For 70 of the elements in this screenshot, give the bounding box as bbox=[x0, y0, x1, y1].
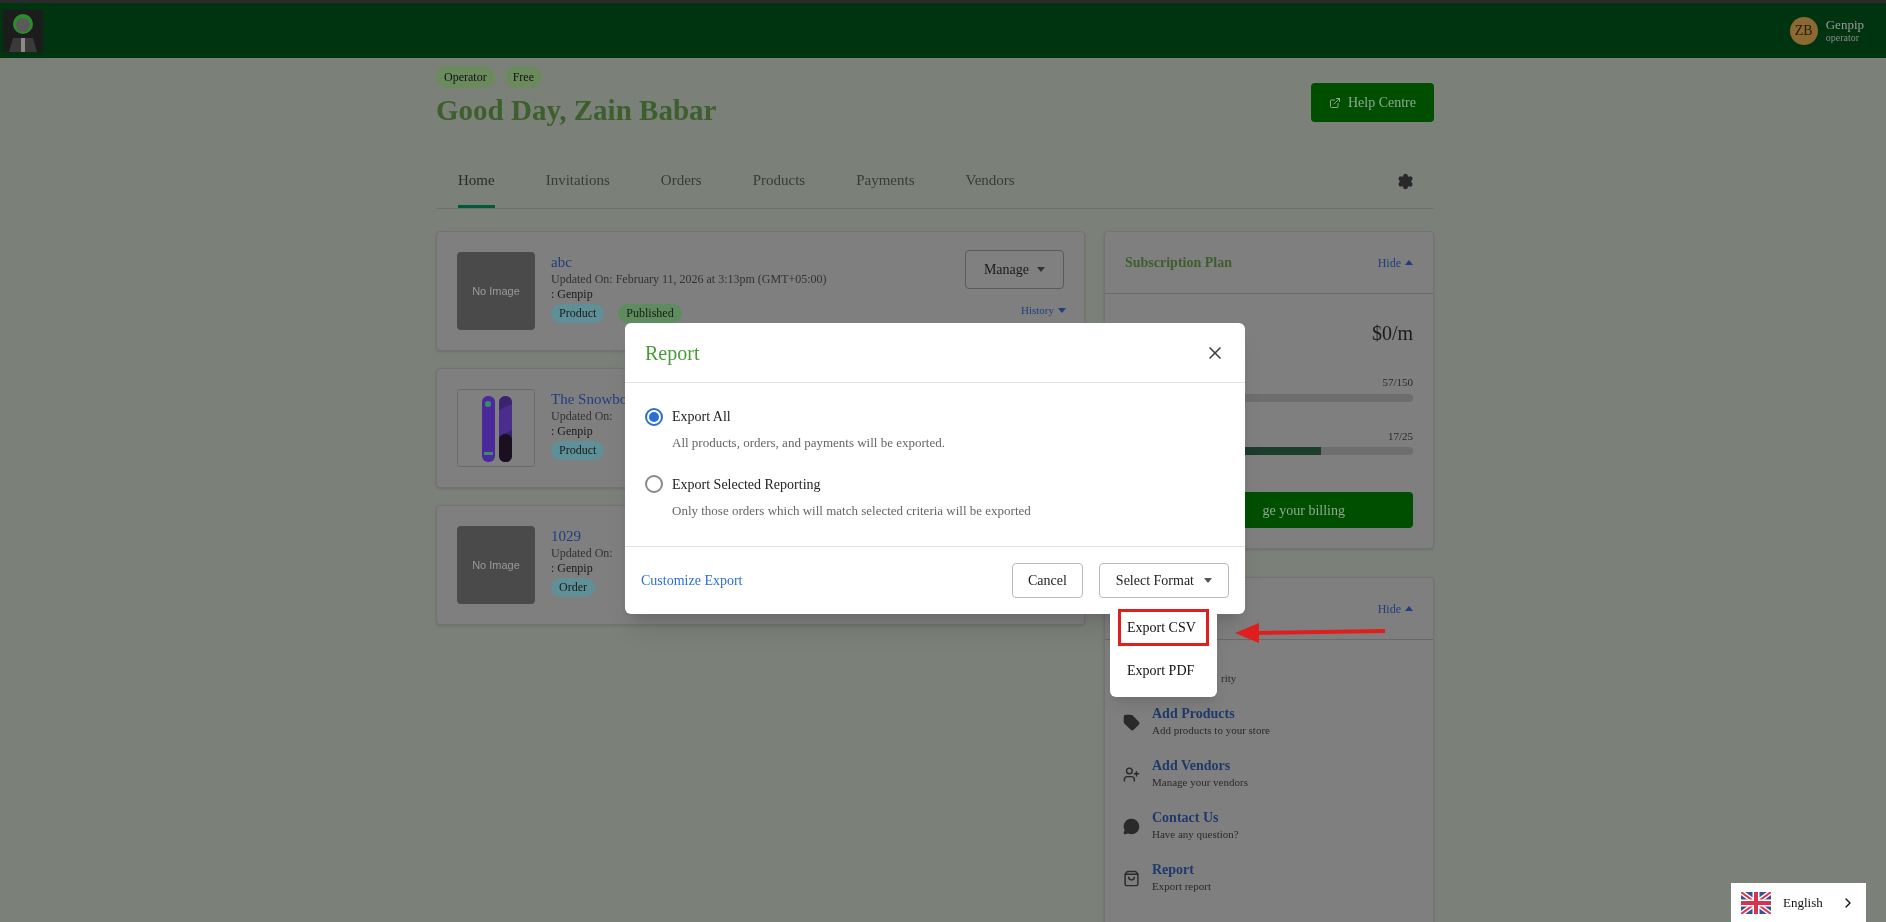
action-description: rity bbox=[1221, 671, 1237, 686]
updated-date: Updated On: bbox=[551, 409, 614, 424]
settings-icon[interactable] bbox=[1397, 173, 1414, 190]
action-description: Manage your vendors bbox=[1152, 775, 1248, 790]
menu-item[interactable]: Export PDF bbox=[1118, 652, 1209, 689]
caret-icon bbox=[1037, 267, 1045, 272]
updated-date: Updated On: February 11, 2026 at 3:13pm (GMT+05:00) bbox=[551, 272, 827, 287]
user-avatar[interactable]: ZB bbox=[1789, 16, 1818, 45]
dialog-title: Report bbox=[645, 340, 700, 367]
uk-flag-icon bbox=[1741, 891, 1771, 914]
updated-date: Updated On: bbox=[551, 546, 613, 561]
nav-tab[interactable]: Invitations bbox=[545, 168, 610, 208]
action-link[interactable]: Contact Us bbox=[1152, 809, 1239, 826]
caret-icon bbox=[1405, 606, 1413, 611]
caret-icon bbox=[1405, 260, 1413, 265]
usage-reading: 17/25 bbox=[1387, 428, 1413, 444]
tag: Product bbox=[551, 441, 605, 460]
item-title-link[interactable]: abc bbox=[551, 252, 827, 272]
radio-button[interactable] bbox=[645, 475, 663, 493]
plan-price: $0/m bbox=[1371, 321, 1413, 346]
tag: Order bbox=[551, 578, 595, 597]
greeting-title: Good Day, Zain Babar bbox=[436, 93, 717, 128]
tag-icon bbox=[1123, 713, 1140, 731]
role-badge: Free bbox=[504, 66, 542, 88]
option-description: Only those orders which will match selected criteria will be exported bbox=[672, 501, 1032, 520]
no-image-label: No Image bbox=[472, 283, 520, 299]
chat-bubble-icon bbox=[1123, 817, 1140, 835]
select-format-button[interactable]: Select Format bbox=[1098, 563, 1229, 598]
usage-reading: 57/150 bbox=[1382, 375, 1413, 390]
option-label: Export All bbox=[672, 408, 731, 426]
customize-export-link[interactable]: Customize Export bbox=[641, 570, 743, 591]
caret-icon bbox=[1058, 307, 1066, 313]
language-label: English bbox=[1783, 893, 1823, 912]
action-link[interactable]: Add Vendors bbox=[1152, 757, 1248, 774]
history-link[interactable]: History bbox=[1021, 302, 1066, 319]
user-plus-icon bbox=[1123, 765, 1140, 783]
nav-tab[interactable]: Products bbox=[752, 168, 806, 208]
owner-name: : Genpip bbox=[551, 561, 594, 576]
no-image-label: No Image bbox=[472, 557, 520, 573]
user-role: operator bbox=[1825, 31, 1860, 44]
user-name: Genpip bbox=[1825, 17, 1864, 31]
option-description: All products, orders, and payments will be exported. bbox=[672, 434, 946, 452]
nav-tab[interactable]: Orders bbox=[660, 168, 702, 208]
menu-item[interactable]: Export CSV bbox=[1118, 609, 1209, 646]
nav-tab[interactable]: Payments bbox=[856, 168, 915, 208]
item-title-link[interactable]: 1029 bbox=[551, 526, 613, 546]
tag: Product bbox=[551, 304, 605, 323]
action-link[interactable]: Report bbox=[1152, 861, 1211, 878]
nav-tab[interactable]: Home bbox=[458, 168, 495, 208]
action-description: Add products to your store bbox=[1152, 723, 1270, 738]
tag: Published bbox=[618, 304, 682, 323]
help-centre-button[interactable]: Help Centre bbox=[1310, 83, 1434, 122]
external-link-icon bbox=[1328, 96, 1341, 109]
language-selector[interactable]: English bbox=[1731, 883, 1866, 922]
option-label: Export Selected Reporting bbox=[672, 475, 821, 494]
nav-tab[interactable]: Vendors bbox=[965, 168, 1015, 208]
cancel-button[interactable]: Cancel bbox=[1011, 563, 1083, 598]
action-description: Export report bbox=[1152, 879, 1211, 894]
radio-button[interactable] bbox=[645, 407, 663, 426]
owner-name: : Genpip bbox=[551, 424, 594, 439]
subscription-title: Subscription Plan bbox=[1125, 254, 1232, 272]
manage-button[interactable]: Manage bbox=[964, 250, 1064, 289]
caret-icon bbox=[1204, 578, 1212, 583]
action-link[interactable]: Add Products bbox=[1152, 705, 1270, 722]
hide-toggle[interactable]: Hide bbox=[1377, 599, 1413, 618]
action-description: Have any question? bbox=[1152, 827, 1239, 842]
bag-icon bbox=[1123, 869, 1140, 887]
hide-toggle[interactable]: Hide bbox=[1377, 253, 1413, 272]
owner-name: : Genpip bbox=[551, 287, 594, 302]
role-badge: Operator bbox=[436, 66, 495, 88]
